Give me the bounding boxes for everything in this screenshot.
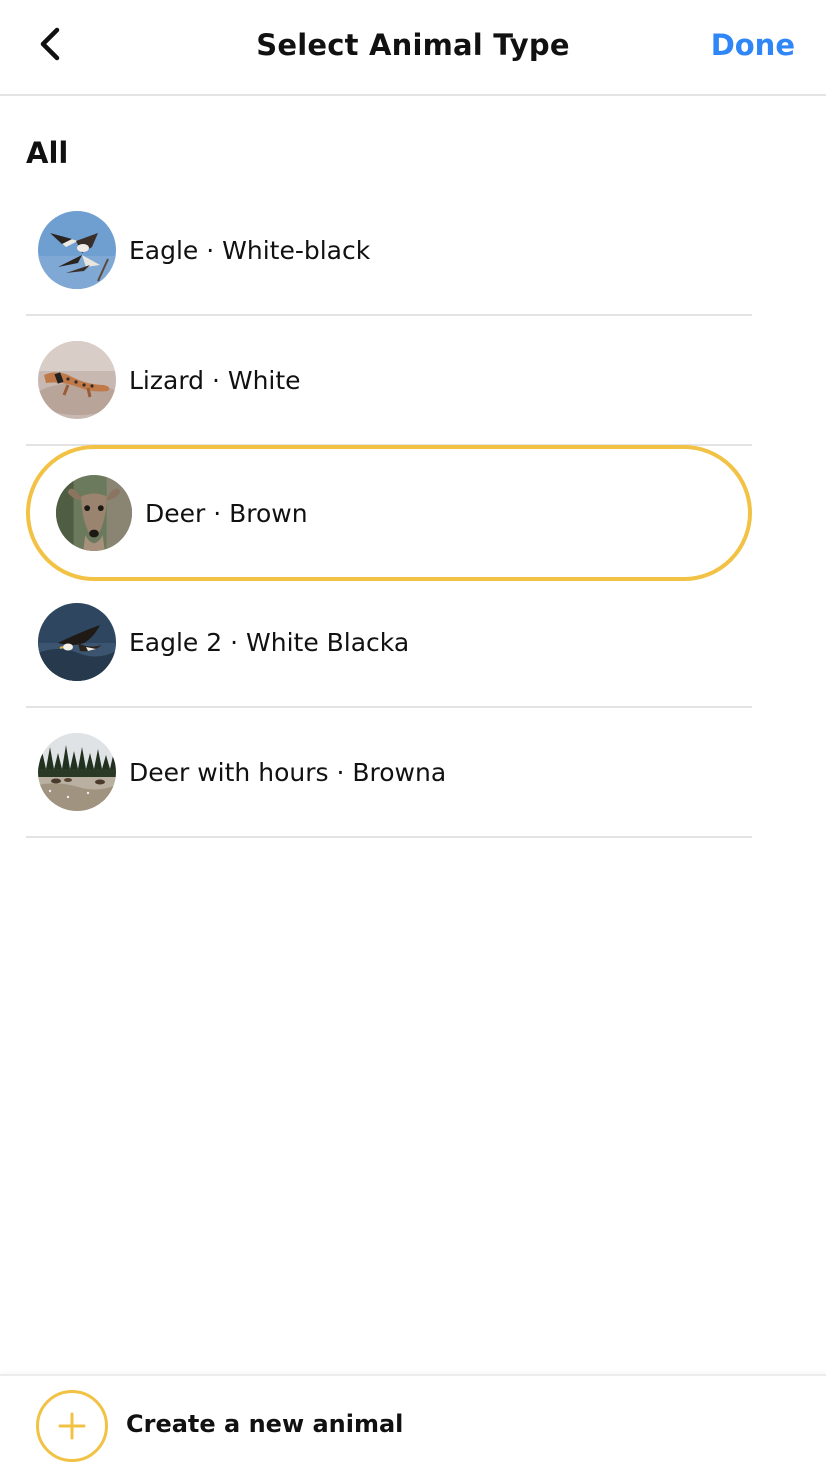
deer-thumbnail bbox=[56, 475, 132, 551]
animal-item-deer-herd[interactable]: Deer with hours · Browna bbox=[26, 708, 752, 838]
animal-label: Deer with hours · Browna bbox=[129, 757, 447, 787]
animal-label: Deer · Brown bbox=[145, 498, 308, 528]
animal-item-lizard[interactable]: Lizard · White bbox=[26, 316, 752, 446]
eagle-thumbnail bbox=[38, 211, 116, 289]
done-button[interactable]: Done bbox=[711, 28, 795, 62]
animal-label: Lizard · White bbox=[129, 365, 301, 395]
plus-icon bbox=[58, 1412, 86, 1440]
animal-item-eagle-2[interactable]: Eagle 2 · White Blacka bbox=[26, 578, 752, 708]
section-heading-all: All bbox=[26, 136, 69, 170]
create-animal-bar: Create a new animal bbox=[0, 1374, 826, 1468]
animal-list: Eagle · White-black Lizard · White Deer … bbox=[26, 186, 752, 838]
eagle-2-thumbnail bbox=[38, 603, 116, 681]
animal-item-eagle[interactable]: Eagle · White-black bbox=[26, 186, 752, 316]
animal-label: Eagle · White-black bbox=[129, 235, 371, 265]
lizard-thumbnail bbox=[38, 341, 116, 419]
animal-label: Eagle 2 · White Blacka bbox=[129, 627, 410, 657]
page-title: Select Animal Type bbox=[256, 28, 570, 62]
create-animal-button[interactable] bbox=[36, 1390, 108, 1462]
navigation-bar: Select Animal Type Done bbox=[0, 0, 826, 96]
animal-item-deer-selected[interactable]: Deer · Brown bbox=[26, 445, 752, 581]
create-animal-label[interactable]: Create a new animal bbox=[126, 1410, 403, 1438]
animal-type-screen: Select Animal Type Done All Eagle · Whit… bbox=[0, 0, 826, 1468]
deer-herd-thumbnail bbox=[38, 733, 116, 811]
